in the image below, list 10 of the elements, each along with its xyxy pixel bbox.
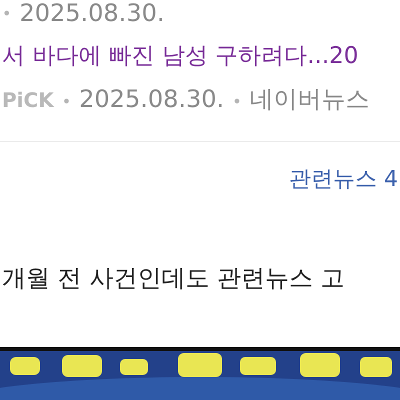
news-headline-link[interactable]: 서 바다에 빠진 남성 구하려다...20 <box>0 40 400 71</box>
pick-label: PiCK <box>2 88 54 112</box>
separator: • <box>232 92 242 111</box>
post-text: 개월 전 사건인데도 관련뉴스 고 <box>1 263 346 294</box>
news-source: 네이버뉴스 <box>250 84 370 115</box>
news-date: 2025.08.30. <box>79 85 224 113</box>
separator: • <box>2 4 12 22</box>
separator: • <box>62 92 72 111</box>
related-news-link[interactable]: 관련뉴스 4 <box>289 164 398 194</box>
news-date: 2025.08.30. <box>19 0 164 27</box>
